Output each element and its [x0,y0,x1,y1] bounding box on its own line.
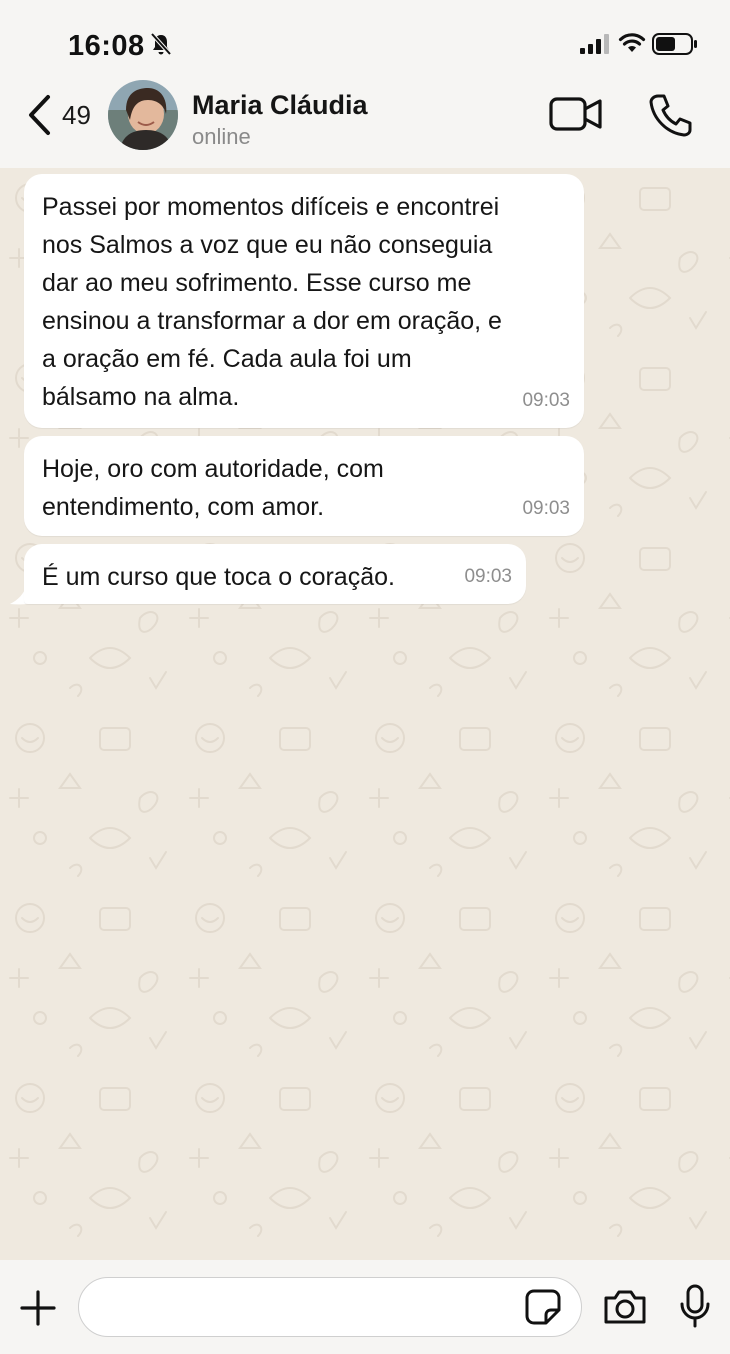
contact-name[interactable]: Maria Cláudia [192,90,368,121]
message-time: 09:03 [522,390,570,411]
message-bubble[interactable]: Passei por momentos difíceis e encontrei… [24,174,584,428]
back-button[interactable]: 49 [24,90,91,140]
phone-icon[interactable] [648,92,692,138]
message-text: Hoje, oro com autoridade, com entendimen… [42,455,384,521]
sticker-icon[interactable] [524,1288,562,1326]
cellular-signal-icon [580,34,609,54]
avatar[interactable] [108,80,178,150]
status-bar: 16:08 [0,0,730,82]
chat-header: 49 Maria Cláudia online [0,80,730,172]
status-time: 16:08 [68,30,145,62]
message-bubble[interactable]: Hoje, oro com autoridade, com entendimen… [24,436,584,536]
avatar-photo [108,80,178,150]
wifi-icon [618,33,646,52]
battery-icon [652,33,697,55]
bell-muted-icon [150,32,172,56]
message-time: 09:03 [464,566,512,587]
chevron-left-icon [29,95,50,135]
message-bubble[interactable]: É um curso que toca o coração. 09:03 [24,544,526,604]
video-camera-icon[interactable] [548,94,604,134]
message-input[interactable] [78,1277,582,1337]
chat-area[interactable]: Passei por momentos difíceis e encontrei… [0,168,730,1260]
message-text: Passei por momentos difíceis e encontrei… [42,193,502,411]
plus-icon[interactable] [20,1290,56,1326]
camera-icon[interactable] [602,1288,648,1326]
microphone-icon[interactable] [678,1284,712,1328]
message-text: É um curso que toca o coração. [42,563,395,591]
unread-count: 49 [62,99,91,130]
contact-status: online [192,124,251,149]
message-time: 09:03 [522,498,570,519]
message-composer [0,1260,730,1354]
